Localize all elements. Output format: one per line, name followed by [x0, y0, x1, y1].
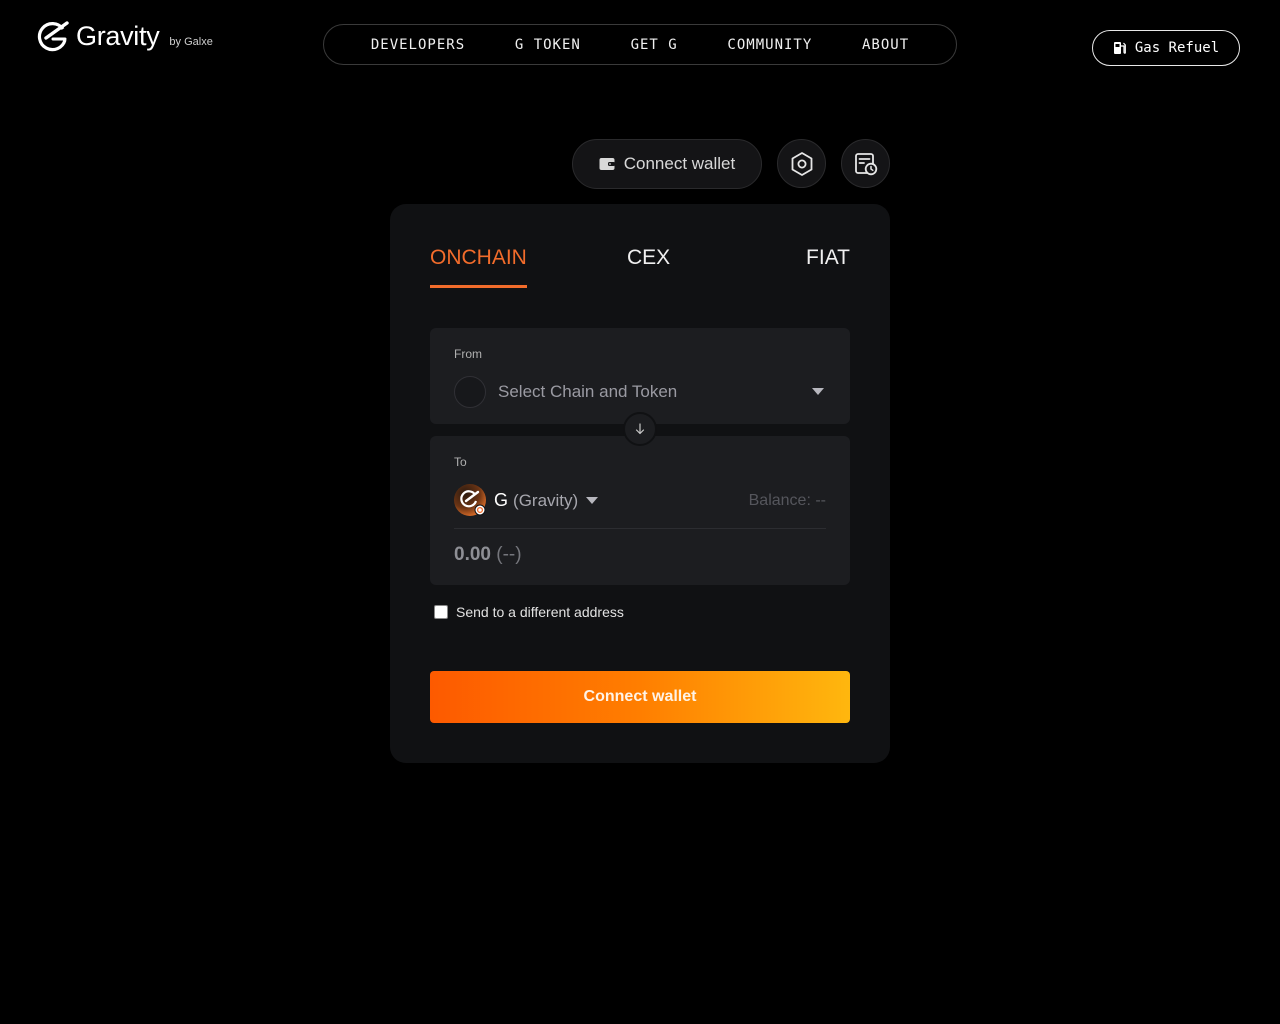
gas-refuel-button[interactable]: Gas Refuel [1092, 30, 1240, 66]
to-amount-value: 0.00 [454, 544, 491, 565]
from-panel: From Select Chain and Token [430, 328, 850, 424]
token-placeholder-icon [454, 376, 486, 408]
fuel-pump-icon [1113, 42, 1126, 54]
bridge-tabs: ONCHAIN CEX FIAT [430, 244, 850, 288]
to-token-symbol: G [494, 490, 509, 510]
settings-button[interactable] [777, 139, 826, 188]
hexagon-settings-icon [791, 151, 812, 176]
arrow-down-icon [635, 423, 645, 435]
nav-developers[interactable]: DEVELOPERS [371, 37, 465, 53]
chevron-down-icon [812, 388, 824, 395]
chevron-down-icon [586, 497, 598, 504]
to-balance: Balance: -- [748, 492, 826, 509]
history-button[interactable] [841, 139, 890, 188]
to-token-name: G (Gravity) [494, 490, 578, 511]
to-amount: 0.00 (--) [454, 544, 522, 566]
tab-fiat[interactable]: FIAT [806, 244, 850, 288]
connect-wallet-button[interactable]: Connect wallet [430, 671, 850, 723]
to-amount-usd: (--) [496, 544, 522, 565]
from-select-placeholder: Select Chain and Token [498, 382, 678, 401]
logo-by-galxe: by Galxe [169, 36, 213, 48]
to-panel: To G (Gravity) Balance: -- 0.00 (--) [430, 436, 850, 585]
nav-get-g[interactable]: GET G [631, 37, 678, 53]
wallet-icon [599, 158, 615, 170]
to-token-fullname: (Gravity) [513, 491, 579, 510]
from-label: From [454, 347, 482, 361]
g-token-icon [454, 484, 486, 516]
logo-text: Gravity [76, 21, 160, 51]
nav-about[interactable]: ABOUT [862, 37, 909, 53]
history-icon [854, 152, 877, 175]
main-nav: DEVELOPERS G TOKEN GET G COMMUNITY ABOUT [323, 24, 957, 65]
nav-community[interactable]: COMMUNITY [727, 37, 812, 53]
send-different-address-label: Send to a different address [456, 604, 624, 620]
tab-onchain[interactable]: ONCHAIN [430, 244, 527, 288]
to-label: To [454, 455, 467, 469]
top-connect-wallet-button[interactable]: Connect wallet [572, 139, 762, 189]
gas-refuel-label: Gas Refuel [1134, 40, 1220, 56]
gravity-logo-icon [37, 21, 69, 52]
divider [454, 528, 826, 529]
bridge-card: ONCHAIN CEX FIAT From Select Chain and T… [390, 204, 890, 763]
top-connect-wallet-label: Connect wallet [623, 154, 736, 173]
send-different-address-checkbox[interactable] [434, 605, 448, 619]
nav-g-token[interactable]: G TOKEN [515, 37, 581, 53]
send-different-address-toggle[interactable]: Send to a different address [434, 604, 624, 620]
tab-cex[interactable]: CEX [627, 244, 670, 288]
swap-direction-button[interactable] [623, 412, 657, 446]
gravity-logo[interactable]: Gravity by Galxe [36, 20, 213, 52]
